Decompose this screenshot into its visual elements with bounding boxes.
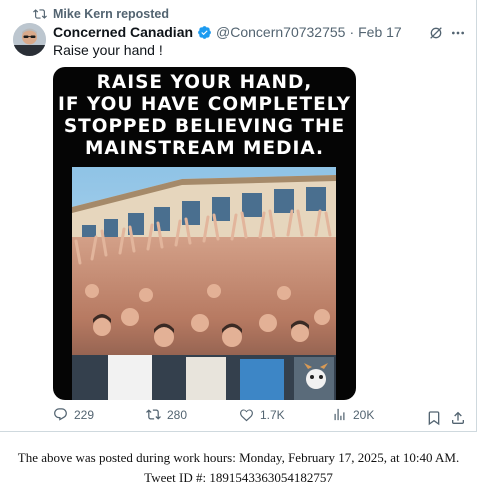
repost-header[interactable]: Mike Kern reposted: [33, 7, 169, 21]
views-count: 20K: [353, 407, 375, 422]
caption-line: STOPPED BELIEVING THE: [63, 116, 346, 137]
grok-icon[interactable]: [428, 25, 444, 41]
repost-button[interactable]: 280: [146, 407, 187, 422]
caption-line: MAINSTREAM MEDIA.: [84, 138, 325, 159]
author-name[interactable]: Concerned Canadian: [53, 24, 193, 40]
verified-badge-icon: [198, 25, 211, 39]
views-button[interactable]: 20K: [332, 407, 374, 422]
crowd-illustration: [72, 167, 336, 400]
repost-icon: [33, 9, 47, 19]
image-caption: RAISE YOUR HAND, IF YOU HAVE COMPLETELY …: [53, 72, 356, 160]
tweet-card: Mike Kern reposted Concerned Canadian @C…: [0, 0, 477, 432]
more-options-icon[interactable]: [450, 25, 466, 41]
action-bar: 229 280 1.7K 20K: [0, 407, 477, 431]
footer-posted-time: The above was posted during work hours: …: [17, 450, 460, 465]
bookmark-icon[interactable]: [426, 410, 442, 426]
footer-tweet-id: Tweet ID #: 1891543363054182757: [144, 470, 333, 485]
post-date[interactable]: Feb 17: [358, 24, 402, 40]
heart-icon: [240, 409, 253, 422]
avatar[interactable]: [13, 23, 46, 56]
like-count: 1.7K: [260, 407, 285, 422]
like-button[interactable]: 1.7K: [239, 407, 285, 422]
repost-action-icon: [146, 409, 161, 420]
caption-line: IF YOU HAVE COMPLETELY: [57, 94, 352, 115]
share-icon[interactable]: [450, 410, 466, 426]
reply-icon: [54, 408, 67, 421]
views-bar-chart-icon: [334, 408, 345, 421]
repost-count: 280: [167, 407, 188, 422]
tweet-header: Concerned Canadian @Concern70732755 · Fe…: [53, 24, 402, 40]
reply-count: 229: [74, 407, 95, 422]
reply-button[interactable]: 229: [53, 407, 94, 422]
meta-separator: ·: [349, 24, 355, 40]
tweet-image[interactable]: RAISE YOUR HAND, IF YOU HAVE COMPLETELY …: [53, 67, 356, 400]
caption-line: RAISE YOUR HAND,: [96, 72, 313, 93]
repost-label: Mike Kern reposted: [53, 7, 170, 21]
tweet-text: Raise your hand !: [53, 42, 163, 58]
author-handle[interactable]: @Concern70732755: [216, 24, 345, 40]
